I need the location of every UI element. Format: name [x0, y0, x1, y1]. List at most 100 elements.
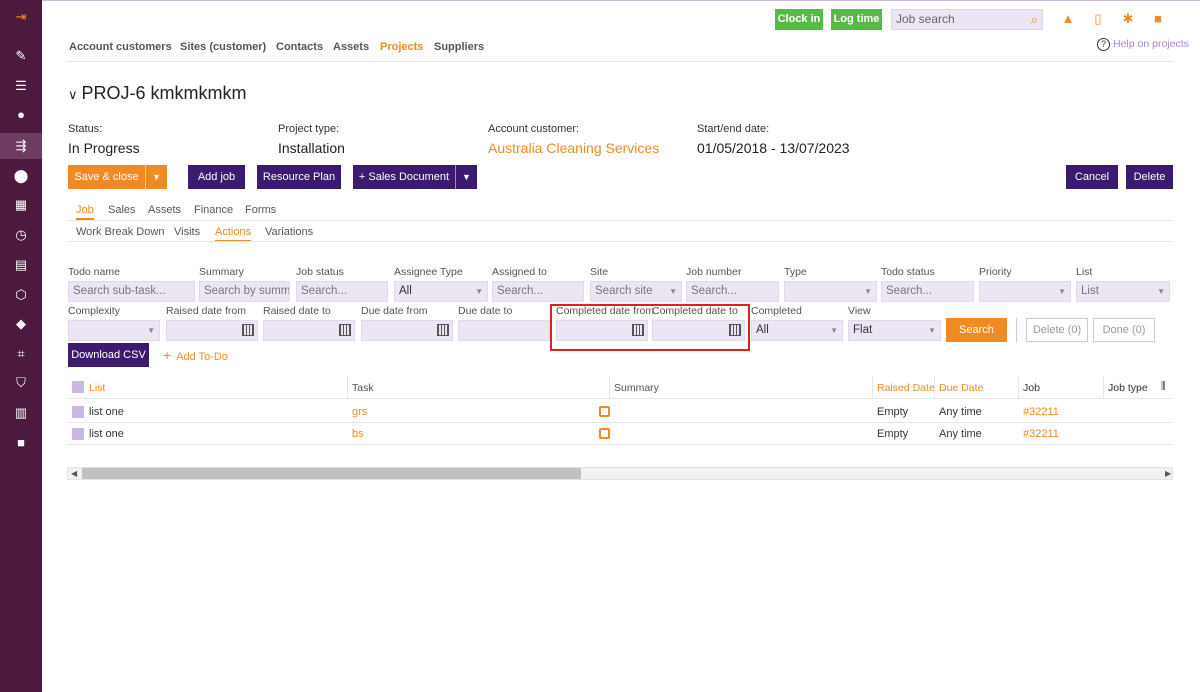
clock-icon[interactable]: ◷ — [12, 226, 30, 244]
nav-sites[interactable]: Sites (customer) — [180, 41, 266, 53]
row-checkbox[interactable] — [72, 428, 84, 440]
complexity-select[interactable]: ▼ — [68, 320, 160, 341]
subtab-visits[interactable]: Visits — [174, 226, 200, 238]
column-header-list[interactable]: List — [89, 382, 105, 394]
assigned-to-input[interactable]: Search... — [492, 281, 584, 302]
search-icon[interactable]: ⌕ — [1031, 10, 1038, 29]
chat-icon[interactable]: ■ — [1151, 12, 1165, 26]
due-from-input[interactable] — [361, 320, 453, 341]
subtab-work-break-down[interactable]: Work Break Down — [76, 226, 164, 238]
calendar-icon[interactable]: ▤ — [12, 256, 30, 274]
job-search-input[interactable]: Job search ⌕ — [891, 9, 1043, 30]
account-customer-link[interactable]: Australia Cleaning Services — [488, 140, 659, 156]
cell-job-link[interactable]: #32211 — [1023, 428, 1059, 440]
save-dropdown-chevron-icon[interactable]: ▼ — [145, 165, 167, 189]
delete-project-button[interactable]: Delete — [1126, 165, 1173, 189]
column-separator — [872, 376, 873, 398]
raised-to-input[interactable] — [263, 320, 355, 341]
column-header-job-type[interactable]: Job type — [1108, 382, 1148, 394]
scan-icon[interactable]: ⌗ — [12, 345, 30, 363]
chevron-down-icon[interactable]: ∨ — [68, 87, 78, 102]
cancel-button[interactable]: Cancel — [1066, 165, 1118, 189]
help-link[interactable]: ? Help on projects — [1097, 38, 1189, 51]
delete-selected-button[interactable]: Delete (0) — [1026, 318, 1088, 342]
save-close-button[interactable]: Save & close — [68, 165, 145, 189]
summary-input[interactable]: Search by summa — [199, 281, 290, 302]
completed-select[interactable]: All ▼ — [751, 320, 843, 341]
nav-assets[interactable]: Assets — [333, 41, 369, 53]
calendar-icon[interactable] — [437, 324, 449, 336]
due-to-input[interactable] — [458, 320, 550, 341]
tab-finance[interactable]: Finance — [194, 204, 233, 216]
todo-name-input[interactable]: Search sub-task... — [68, 281, 195, 302]
type-select[interactable]: ▼ — [784, 281, 877, 302]
clock-in-button[interactable]: Clock in — [775, 9, 823, 30]
nav-account-customers[interactable]: Account customers — [69, 41, 172, 53]
row-checkbox[interactable] — [72, 406, 84, 418]
assignee-type-select[interactable]: All ▼ — [394, 281, 488, 302]
column-header-due-date[interactable]: Due Date — [939, 382, 983, 394]
raised-from-input[interactable] — [166, 320, 258, 341]
sales-document-button[interactable]: + Sales Document — [353, 165, 455, 189]
expand-sidebar-icon[interactable]: ⇥ — [12, 8, 30, 26]
column-header-job[interactable]: Job — [1023, 382, 1040, 394]
tab-job[interactable]: Job — [76, 204, 94, 220]
view-select[interactable]: Flat ▼ — [848, 320, 941, 341]
add-todo-button[interactable]: + Add To-Do — [163, 347, 228, 363]
todo-status-input[interactable]: Search... — [881, 281, 974, 302]
page-title[interactable]: ∨ PROJ-6 kmkmkmkm — [68, 83, 247, 104]
job-number-input[interactable]: Search... — [686, 281, 779, 302]
box-icon[interactable]: ⬡ — [12, 286, 30, 304]
tag-icon[interactable]: ◆ — [12, 315, 30, 333]
cell-task-link[interactable]: bs — [352, 428, 364, 440]
column-chooser-icon[interactable]: ⫼ — [1161, 381, 1166, 392]
user-icon[interactable]: ● — [12, 106, 30, 124]
calendar-icon[interactable] — [339, 324, 351, 336]
raised-from-label: Raised date from — [166, 305, 246, 317]
scroll-left-icon[interactable]: ◀ — [71, 469, 77, 478]
mobile-icon[interactable]: ▯ — [1091, 12, 1105, 26]
nav-suppliers[interactable]: Suppliers — [434, 41, 484, 53]
log-time-button[interactable]: Log time — [831, 9, 882, 30]
gear-icon[interactable]: ✱ — [1121, 12, 1135, 26]
column-header-summary[interactable]: Summary — [614, 382, 659, 394]
edit-icon[interactable] — [599, 428, 610, 439]
scroll-right-icon[interactable]: ▶ — [1165, 469, 1171, 478]
nav-projects[interactable]: Projects — [380, 41, 423, 53]
location-pin-icon[interactable]: ⬤ — [12, 167, 30, 185]
subtab-variations[interactable]: Variations — [265, 226, 313, 238]
tab-forms[interactable]: Forms — [245, 204, 276, 216]
add-job-button[interactable]: Add job — [188, 165, 245, 189]
search-button[interactable]: Search — [946, 318, 1007, 342]
document-icon[interactable]: ☰ — [12, 77, 30, 95]
select-all-checkbox[interactable] — [72, 381, 84, 393]
column-header-raised-date[interactable]: Raised Date — [877, 382, 935, 394]
pricing-tag-icon[interactable]: ✎ — [12, 47, 30, 65]
caret-down-icon: ▼ — [928, 326, 936, 335]
scrollbar-thumb[interactable] — [82, 468, 581, 479]
list-select[interactable]: List ▼ — [1076, 281, 1170, 302]
edit-icon[interactable] — [599, 406, 610, 417]
bell-icon[interactable]: ▲ — [1061, 12, 1075, 26]
sales-document-dropdown-chevron-icon[interactable]: ▼ — [455, 165, 477, 189]
calendar-icon[interactable] — [242, 324, 254, 336]
job-status-input[interactable]: Search... — [296, 281, 388, 302]
tab-sales[interactable]: Sales — [108, 204, 136, 216]
shield-icon[interactable]: ⛉ — [12, 374, 30, 392]
resource-plan-button[interactable]: Resource Plan — [257, 165, 341, 189]
cell-job-link[interactable]: #32211 — [1023, 406, 1059, 418]
site-select[interactable]: Search site ▼ — [590, 281, 682, 302]
book-icon[interactable]: ▥ — [12, 404, 30, 422]
nav-contacts[interactable]: Contacts — [276, 41, 323, 53]
download-csv-button[interactable]: Download CSV — [68, 343, 149, 367]
projects-icon[interactable]: ⇶ — [0, 133, 42, 159]
column-header-task[interactable]: Task — [352, 382, 374, 394]
priority-select[interactable]: ▼ — [979, 281, 1071, 302]
tab-assets[interactable]: Assets — [148, 204, 181, 216]
done-selected-button[interactable]: Done (0) — [1093, 318, 1155, 342]
map-icon[interactable]: ▦ — [12, 196, 30, 214]
cell-task-link[interactable]: grs — [352, 406, 367, 418]
subtab-actions[interactable]: Actions — [215, 226, 252, 242]
cell-due-date: Any time — [939, 428, 982, 440]
chat-icon[interactable]: ■ — [12, 434, 30, 452]
